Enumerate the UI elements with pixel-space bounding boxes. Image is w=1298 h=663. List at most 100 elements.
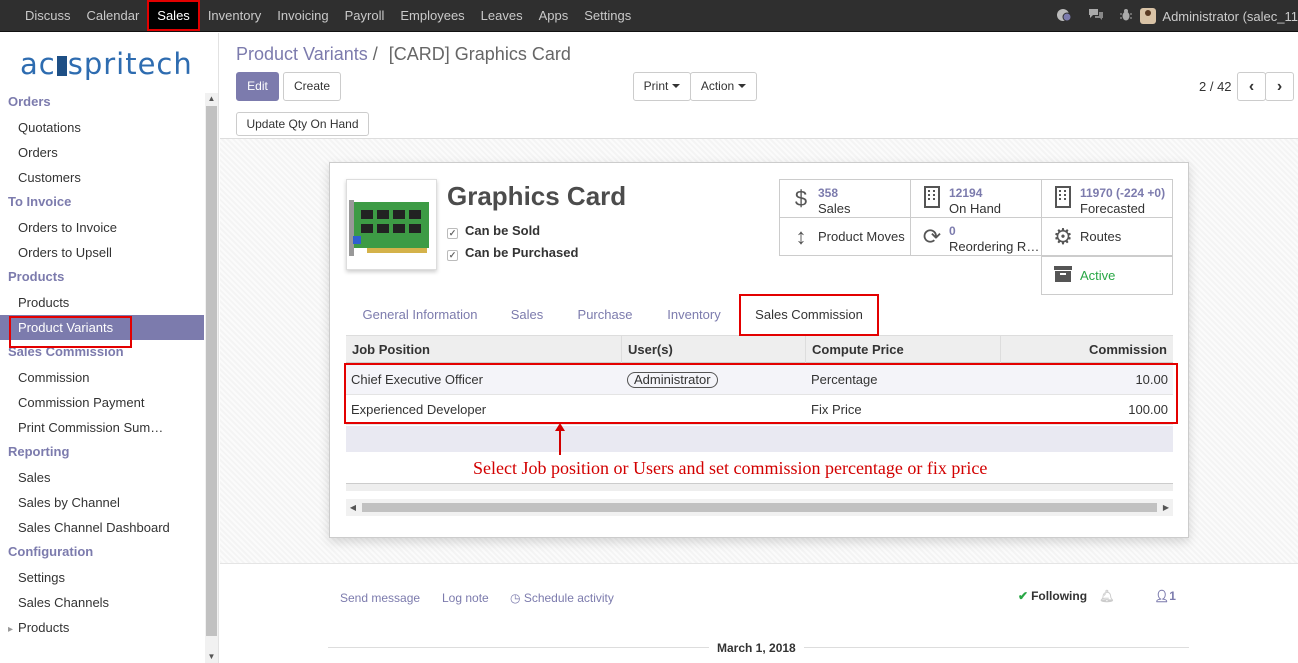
action-dropdown[interactable]: Action [690,72,757,101]
scroll-down-icon[interactable]: ▼ [205,651,218,663]
annotation-text: Select Job position or Users and set com… [473,458,988,478]
scroll-up-icon[interactable]: ▲ [205,93,218,105]
sidebar-heading-products[interactable]: Products [0,265,204,290]
sidebar-item-products[interactable]: Products [0,290,204,315]
sidebar-item-sales-report[interactable]: Sales [0,465,204,490]
messages-icon[interactable] [1088,8,1104,24]
table-horizontal-scrollbar[interactable]: ◀ ▶ [346,499,1173,516]
tab-sales-commission[interactable]: Sales Commission [739,294,879,336]
debug-bug-icon[interactable] [1120,8,1133,24]
graphics-card-image [349,200,429,256]
sidebar-item-print-commission-summary[interactable]: Print Commission Sum… [0,415,204,440]
menu-calendar[interactable]: Calendar [79,0,148,32]
building-icon [921,186,943,212]
scroll-right-icon[interactable]: ▶ [1159,499,1173,516]
highlight-commission-rows [344,363,1178,424]
form-sheet: Graphics Card ✓ Can be Sold ✓ Can be Purch… [329,162,1189,538]
routes-smart-button[interactable]: ⚙ Routes [1041,217,1173,256]
col-users[interactable]: User(s) [622,336,806,363]
can-be-purchased-checkbox[interactable]: ✓ Can be Purchased [447,245,578,261]
logo-text-right: spritech [67,47,193,81]
sidebar-item-sales-channels[interactable]: Sales Channels [0,590,204,615]
live-chat-icon[interactable] [1056,8,1072,25]
send-message-link[interactable]: Send message [340,591,420,605]
archive-icon [1052,263,1074,289]
scroll-thumb[interactable] [362,503,1157,512]
sidebar-item-quotations[interactable]: Quotations [0,115,204,140]
menu-sales[interactable]: Sales [147,0,200,31]
followers-button[interactable]: 👤︎1 [1154,589,1176,603]
forecasted-smart-button[interactable]: 11970 (-224 +0) Forecasted [1041,179,1173,218]
sidebar-item-orders-to-invoice[interactable]: Orders to Invoice [0,215,204,240]
checkbox-checked-icon[interactable]: ✓ [447,250,458,261]
pager-value: 2 / 42 [1199,79,1232,94]
sidebar-item-customers[interactable]: Customers [0,165,204,190]
menu-leaves[interactable]: Leaves [473,0,531,32]
sidebar-scrollbar[interactable]: ▲ ▼ [205,93,218,663]
create-button[interactable]: Create [283,72,341,101]
log-note-link[interactable]: Log note [442,591,489,605]
print-dropdown[interactable]: Print [633,72,691,101]
tab-sales[interactable]: Sales [496,294,558,336]
company-logo: ac spritech [20,47,193,81]
logo-mark [56,56,67,76]
col-compute-price[interactable]: Compute Price [806,336,1001,363]
bell-icon[interactable]: 🔔︎ [1099,589,1114,603]
menu-discuss[interactable]: Discuss [17,0,79,32]
user-avatar[interactable] [1140,8,1157,24]
sidebar-heading-configuration[interactable]: Configuration [0,540,204,565]
scroll-left-icon[interactable]: ◀ [346,499,360,516]
menu-employees[interactable]: Employees [392,0,472,32]
user-menu[interactable]: Administrator (salec_11 [1162,9,1298,24]
notebook-tabs: General Information Sales Purchase Inven… [346,294,1173,336]
highlight-product-variants [9,316,132,348]
schedule-activity-link[interactable]: ◷ Schedule activity [510,591,614,605]
annotation-arrow [555,423,565,455]
on-hand-label: On Hand [949,201,1002,216]
sales-smart-button[interactable]: $ 358 Sales [779,179,911,218]
systray: Administrator (salec_11 [1048,0,1298,32]
action-label: Action [700,79,735,93]
menu-apps[interactable]: Apps [531,0,577,32]
table-footer [346,483,1173,491]
print-label: Print [643,79,669,93]
sidebar-item-orders-to-upsell[interactable]: Orders to Upsell [0,240,204,265]
menu-invoicing[interactable]: Invoicing [269,0,336,32]
menu-inventory[interactable]: Inventory [200,0,269,32]
sidebar-heading-to-invoice[interactable]: To Invoice [0,190,204,215]
menu-settings[interactable]: Settings [576,0,639,32]
pager-next-button[interactable]: › [1265,72,1294,101]
checkbox-checked-icon[interactable]: ✓ [447,228,458,239]
following-button[interactable]: ✔ Following 🔔︎ [1018,589,1114,603]
add-line-row[interactable] [346,426,1173,452]
sidebar-item-commission[interactable]: Commission [0,365,204,390]
breadcrumb-current: [CARD] Graphics Card [388,44,571,64]
tab-purchase[interactable]: Purchase [560,294,650,336]
sidebar-item-sales-by-channel[interactable]: Sales by Channel [0,490,204,515]
check-icon: ✔ [1018,589,1029,603]
sidebar-item-orders[interactable]: Orders [0,140,204,165]
col-commission[interactable]: Commission [1001,336,1173,363]
sidebar-heading-reporting[interactable]: Reporting [0,440,204,465]
sidebar-heading-orders[interactable]: Orders [0,90,204,115]
can-be-sold-checkbox[interactable]: ✓ Can be Sold [447,223,540,239]
sidebar-item-commission-payment[interactable]: Commission Payment [0,390,204,415]
reordering-rules-smart-button[interactable]: ⟳ 0 Reordering R… [910,217,1042,256]
edit-button[interactable]: Edit [236,72,279,101]
update-qty-button[interactable]: Update Qty On Hand [236,112,369,136]
tab-inventory[interactable]: Inventory [652,294,736,336]
sidebar-item-settings[interactable]: Settings [0,565,204,590]
product-moves-smart-button[interactable]: ↕ Product Moves [779,217,911,256]
tab-general-information[interactable]: General Information [346,294,494,336]
sidebar-item-config-products[interactable]: Products [0,615,204,640]
active-toggle-button[interactable]: Active [1041,256,1173,295]
on-hand-qty: 12194 [949,186,983,200]
product-image[interactable] [346,179,437,270]
breadcrumb-parent[interactable]: Product Variants [236,44,368,64]
on-hand-smart-button[interactable]: 12194 On Hand [910,179,1042,218]
menu-payroll[interactable]: Payroll [337,0,393,32]
sidebar-item-sales-channel-dashboard[interactable]: Sales Channel Dashboard [0,515,204,540]
scroll-thumb[interactable] [206,106,217,636]
pager-previous-button[interactable]: ‹ [1237,72,1266,101]
col-job-position[interactable]: Job Position [346,336,622,363]
